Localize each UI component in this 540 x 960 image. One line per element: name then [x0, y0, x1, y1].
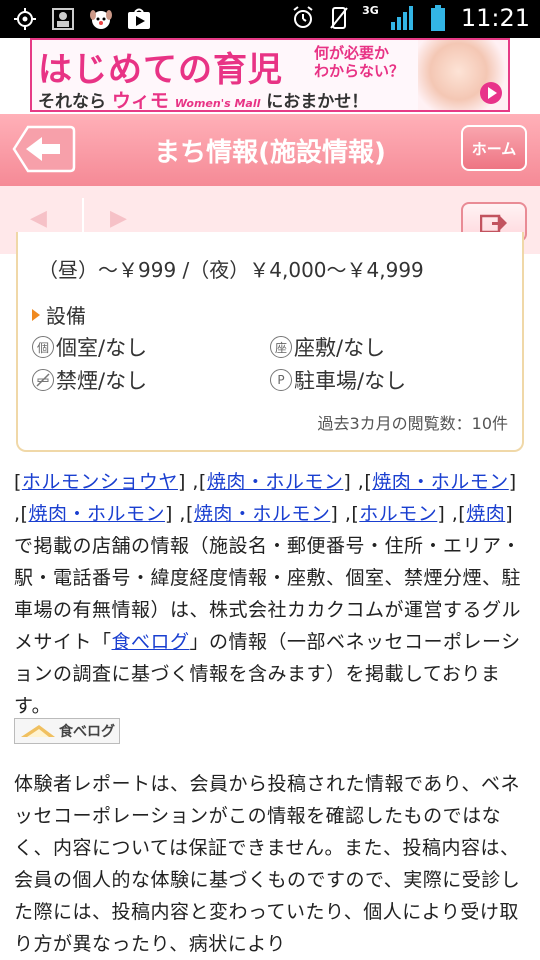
- link-genre-6[interactable]: 焼肉: [466, 503, 505, 525]
- private-room-icon: 個: [32, 336, 54, 358]
- link-genre-2[interactable]: 焼肉・ホルモン: [372, 471, 509, 493]
- banner-brand-sub: Women's Mall: [174, 97, 261, 110]
- home-button[interactable]: ホーム: [461, 125, 527, 171]
- banner-arrow-icon[interactable]: [480, 82, 502, 104]
- banner-question-line2: わからない？: [314, 62, 405, 80]
- parking-icon: P: [270, 369, 292, 391]
- contact-icon: [50, 6, 76, 32]
- vibrate-icon: [326, 5, 352, 31]
- facility-tatami: 座 座敷/なし: [270, 332, 385, 362]
- clock: 11:21: [460, 4, 530, 32]
- banner-tagline-post: におまかせ！: [266, 92, 369, 112]
- signal-icon: [389, 5, 415, 31]
- banner-headline: はじめての育児: [38, 50, 283, 90]
- puppy-app-icon: [88, 6, 114, 32]
- no-smoking-icon: [32, 369, 54, 391]
- network-type: 3G: [362, 3, 379, 17]
- status-bar: 3G 11:21: [0, 0, 540, 38]
- equipment-heading: 設備: [32, 300, 86, 329]
- page-header: まち情報(施設情報) ホーム: [0, 114, 540, 186]
- banner-tagline: それなら ウィモ Women's Mall におまかせ！: [38, 86, 369, 112]
- facility-tatami-text: 座敷/なし: [294, 336, 386, 360]
- tabelog-logo[interactable]: 食べログ: [14, 718, 120, 744]
- facility-parking-text: 駐車場/なし: [294, 369, 407, 393]
- equipment-heading-label: 設備: [46, 304, 86, 328]
- ad-banner[interactable]: はじめての育児 何が必要か わからない？ それなら ウィモ Women's Ma…: [30, 38, 510, 112]
- link-genre-5[interactable]: ホルモン: [359, 503, 437, 525]
- prev-arrow-icon[interactable]: ◀: [30, 206, 47, 231]
- view-count: 過去3カ月の閲覧数：10件: [317, 414, 508, 433]
- share-icon: [480, 214, 507, 233]
- banner-question-line1: 何が必要か: [314, 44, 390, 62]
- facility-no-smoking: 禁煙/なし: [32, 365, 147, 395]
- battery-icon: [425, 5, 451, 31]
- facility-private-room-text: 個室/なし: [56, 336, 148, 360]
- triangle-bullet-icon: [32, 308, 40, 321]
- link-hormone-shouya[interactable]: ホルモンショウヤ: [22, 471, 178, 493]
- banner-brand: ウィモ: [111, 90, 169, 112]
- link-genre-1[interactable]: 焼肉・ホルモン: [207, 471, 344, 493]
- location-icon: [12, 6, 38, 32]
- banner-question: 何が必要か わからない？: [314, 44, 404, 80]
- data-source-notice: [ホルモンショウヤ] ,[焼肉・ホルモン] ,[焼肉・ホルモン] ,[焼肉・ホル…: [14, 471, 522, 717]
- play-store-icon: [126, 6, 152, 32]
- report-disclaimer: 体験者レポートは、会員から投稿された情報であり、ベネッセコーポレーションがこの情…: [14, 773, 521, 955]
- tabelog-logo-text: 食べログ: [59, 724, 115, 740]
- tatami-icon: 座: [270, 336, 292, 358]
- link-genre-3[interactable]: 焼肉・ホルモン: [28, 503, 165, 525]
- banner-tagline-pre: それなら: [38, 92, 106, 112]
- price-range: （昼）～￥999 /（夜）￥4,000～￥4,999: [38, 258, 424, 282]
- tabelog-logo-icon: [21, 725, 55, 737]
- link-tabelog[interactable]: 食べログ: [112, 631, 190, 653]
- ad-banner-area: はじめての育児 何が必要か わからない？ それなら ウィモ Women's Ma…: [0, 38, 540, 114]
- facility-private-room: 個 個室/なし: [32, 332, 147, 362]
- next-arrow-icon[interactable]: ▶: [110, 206, 127, 231]
- alarm-icon: [290, 5, 316, 31]
- facility-card: （昼）～￥999 /（夜）￥4,000～￥4,999 設備 個 個室/なし 座 …: [16, 232, 524, 452]
- page-title: まち情報(施設情報): [154, 138, 386, 168]
- link-genre-4[interactable]: 焼肉・ホルモン: [194, 503, 331, 525]
- facility-no-smoking-text: 禁煙/なし: [56, 369, 148, 393]
- facility-parking: P 駐車場/なし: [270, 365, 406, 395]
